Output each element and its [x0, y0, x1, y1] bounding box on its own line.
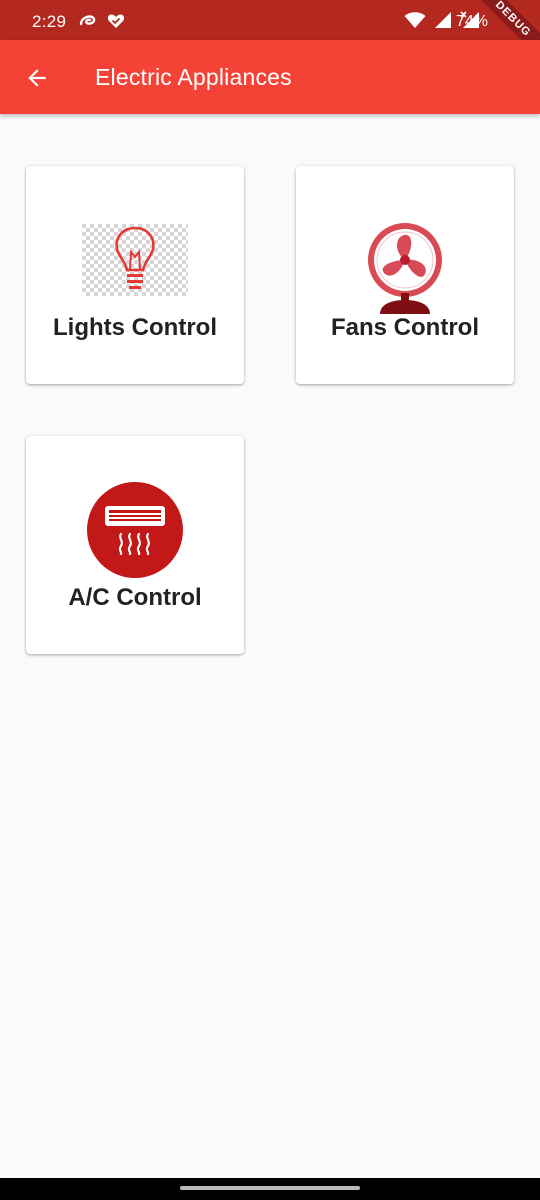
ac-icon: [87, 482, 183, 578]
lights-control-card[interactable]: Lights Control: [26, 166, 244, 384]
signal-icon: [434, 11, 452, 34]
airtel-icon: [78, 11, 98, 36]
home-gesture-pill[interactable]: [180, 1186, 360, 1190]
bulb-icon: [82, 224, 188, 296]
card-label: Fans Control: [331, 314, 479, 341]
back-button[interactable]: [20, 61, 54, 95]
ac-control-card[interactable]: A/C Control: [26, 436, 244, 654]
system-nav-bar: [0, 1178, 540, 1200]
status-time: 2:29: [32, 12, 67, 31]
page-title: Electric Appliances: [95, 64, 292, 90]
battery-percent: 74%: [456, 13, 489, 30]
card-label: Lights Control: [53, 314, 217, 341]
fans-control-card[interactable]: Fans Control: [296, 166, 514, 384]
app-bar: Electric Appliances: [0, 40, 540, 114]
arrow-back-icon: [28, 69, 46, 87]
status-bar: 2:29 74% DEBUG: [0, 0, 540, 65]
fan-icon: [364, 220, 446, 314]
heart-check-icon: [106, 11, 126, 36]
status-left-icons: [78, 11, 126, 36]
wifi-icon: [404, 11, 426, 34]
card-label: A/C Control: [68, 584, 202, 611]
